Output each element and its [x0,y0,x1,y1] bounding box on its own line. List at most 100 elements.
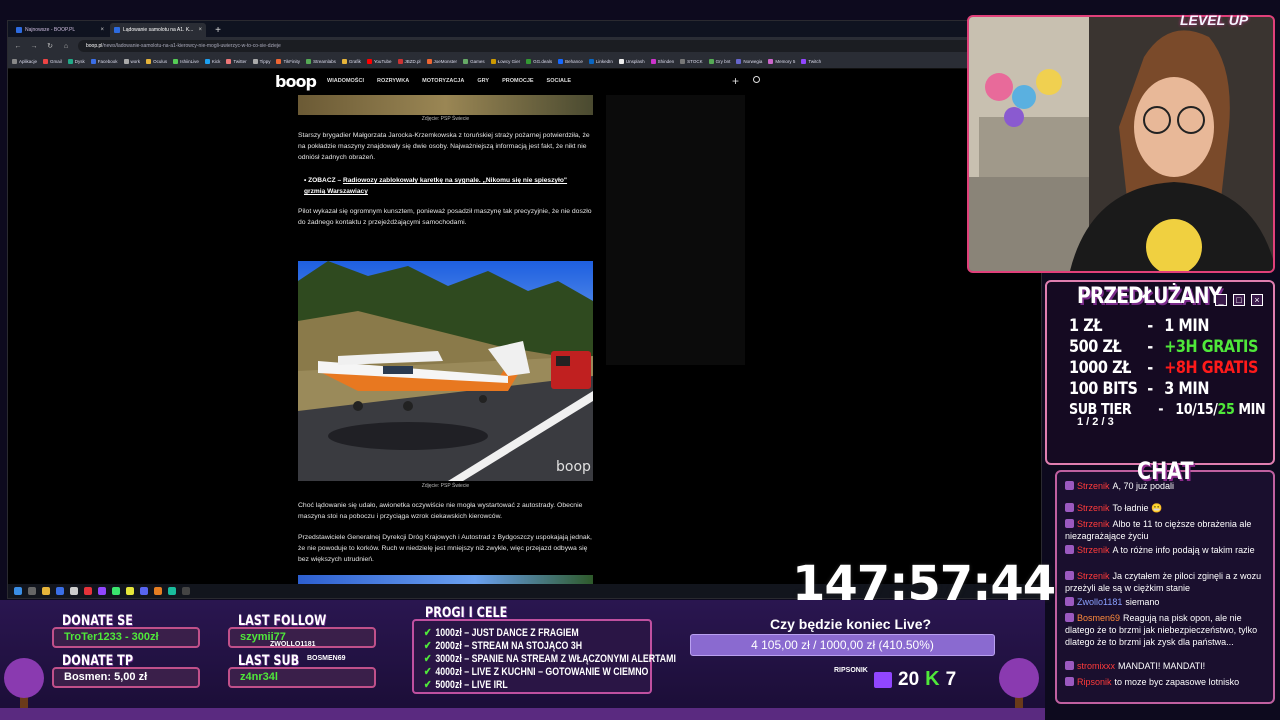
bookmark-item[interactable]: Behance [558,59,583,64]
taskbar-app-icon[interactable] [168,587,176,595]
chat-title: CHAT [1137,457,1194,485]
bookmark-item[interactable]: IshiinLive [173,59,199,64]
url-domain: boop.pl [86,43,103,49]
close-tab-icon[interactable]: × [100,27,104,33]
site-logo[interactable]: boop [275,72,317,91]
bookmark-item[interactable]: YouTube [366,59,392,64]
home-icon[interactable]: ⌂ [62,43,70,50]
bookmark-label: JBZD.pl [404,59,421,64]
bookmark-favicon-icon [67,59,73,64]
bookmark-item[interactable]: LinkedIn [588,59,613,64]
bookmark-favicon-icon [366,59,372,64]
back-arrow-icon[interactable]: ← [14,43,22,50]
sub-badge-icon [1065,571,1074,580]
bookmark-label: GG.deals [533,59,553,64]
tab-article[interactable]: Lądowanie samolotu na A1. K... × [110,23,206,37]
nav-link-motoryzacja[interactable]: MOTORYZACJA [422,78,464,84]
related-article-link[interactable]: • ZOBACZ – Radiowozy zablokowały karetkę… [304,175,589,197]
bookmark-item[interactable]: Łowcy Gier [490,59,520,64]
forward-arrow-icon[interactable]: → [30,43,38,50]
bookmark-item[interactable]: Gmail [43,59,62,64]
nav-link-promocje[interactable]: PROMOCJE [502,78,533,84]
bookmark-item[interactable]: JBZD.pl [397,59,421,64]
bookmark-item[interactable]: Grafik [341,59,361,64]
taskbar-app-icon[interactable] [28,587,36,595]
bookmark-item[interactable]: STOCK [680,59,703,64]
bookmark-item[interactable]: Games [463,59,485,64]
related-prefix: ZOBACZ – [308,177,343,184]
image-caption: Zdjęcie: PSP Świecie [421,116,470,122]
spotify-icon[interactable] [112,587,120,595]
bookmark-item[interactable]: Kick [204,59,220,64]
goals-box: ✔ 1000zł – JUST DANCE Z FRAGIEM ✔ 2000zł –… [412,619,676,694]
url-path: /news/ladowanie-samolotu-na-a1-kierowcy-… [102,43,281,49]
bookmark-favicon-icon [252,59,258,64]
bookmark-item[interactable]: Unsplash [618,59,645,64]
folder-icon[interactable] [42,587,50,595]
taskbar-app-icon[interactable] [154,587,162,595]
checkmark-icon: ✔ [424,679,432,691]
bookmark-favicon-icon [680,59,686,64]
bookmark-label: STOCK [687,59,703,64]
sub-sprite-name: BOSMEN69 [307,655,346,662]
chat-message: Strzenik Albo te 11 to cięższe obrażenia … [1065,518,1273,542]
bookmark-item[interactable]: Memory 5 [768,59,795,64]
plus-icon[interactable]: + [732,74,739,88]
image-caption: Zdjęcie: PSP Świecie [421,483,470,489]
checkmark-icon: ✔ [424,653,432,665]
bookmark-item[interactable]: work [123,59,140,64]
bookmark-item[interactable]: Streamlabs [306,59,336,64]
checkmark-icon: ✔ [424,627,432,639]
taskbar-app-icon[interactable] [70,587,78,595]
chat-text: To ładnie 😬 [1112,503,1163,513]
url-input[interactable]: boop.pl /news/ladowanie-samolotu-na-a1-k… [78,40,1035,52]
bookmark-item[interactable]: Aplikacje [12,59,37,64]
nav-link-wiadomosci[interactable]: WIADOMOŚCI [327,78,364,84]
checkmark-icon: ✔ [424,666,432,678]
sub-value-prefix: 10/15/ [1175,400,1218,418]
bookmark-item[interactable]: JoeMonster [426,59,457,64]
bookmark-item[interactable]: TikFinity [276,59,300,64]
bookmark-favicon-icon [426,59,432,64]
bookmark-item[interactable]: Twitter [226,59,247,64]
nav-link-gry[interactable]: GRY [477,78,489,84]
sub-badge-icon [1065,677,1074,686]
taskbar-app-icon[interactable] [56,587,64,595]
taskbar-app-icon[interactable] [84,587,92,595]
bookmark-item[interactable]: GG.deals [526,59,552,64]
close-tab-icon[interactable]: × [198,27,202,33]
search-icon[interactable] [753,76,760,83]
bookmark-item[interactable]: Norwegia [736,59,762,64]
bookmark-item[interactable]: Dysk [67,59,85,64]
related-link-text[interactable]: Radiowozy zablokowały karetkę na sygnale… [304,177,567,195]
bookmark-favicon-icon [708,59,714,64]
nav-link-rozrywka[interactable]: ROZRYWKA [377,78,409,84]
windows-start-icon[interactable] [14,587,22,595]
bookmark-item[interactable]: Oculus [146,59,167,64]
bookmark-item[interactable]: Tippy [252,59,270,64]
obs-icon[interactable] [182,587,190,595]
twitch-icon [874,671,892,688]
extend-amount: 500 ZŁ [1069,337,1122,357]
bookmark-label: IshiinLive [180,59,199,64]
bookmark-label: Facebook [97,59,118,64]
article-paragraph: Choć lądowanie się udało, awionetka oczy… [298,502,583,520]
chrome-icon[interactable] [126,587,134,595]
nav-link-sociale[interactable]: SOCIALE [547,78,571,84]
bookmark-label: Norwegia [743,59,763,64]
bookmark-favicon-icon [276,59,282,64]
donate-tp-value: Bosmen: 5,00 zł [52,667,200,688]
discord-icon[interactable] [140,587,148,595]
checkmark-icon: ✔ [424,640,432,652]
twitch-app-icon[interactable] [98,587,106,595]
tab-najnowsze[interactable]: Najnowsze - BOOP.PL × [12,23,108,37]
bookmark-item[interactable]: Twitch [801,59,821,64]
reload-icon[interactable]: ↻ [46,42,54,50]
bookmark-item[interactable]: Shinden [650,59,674,64]
bookmark-item[interactable]: Facebook [90,59,118,64]
sub-badge-icon [1065,519,1074,528]
bookmark-label: Dysk [74,59,85,64]
bookmark-item[interactable]: Gry bnt [708,59,730,64]
chat-message: Strzenik A to różne info podają w takim r… [1065,544,1273,556]
new-tab-icon[interactable]: + [212,25,224,37]
